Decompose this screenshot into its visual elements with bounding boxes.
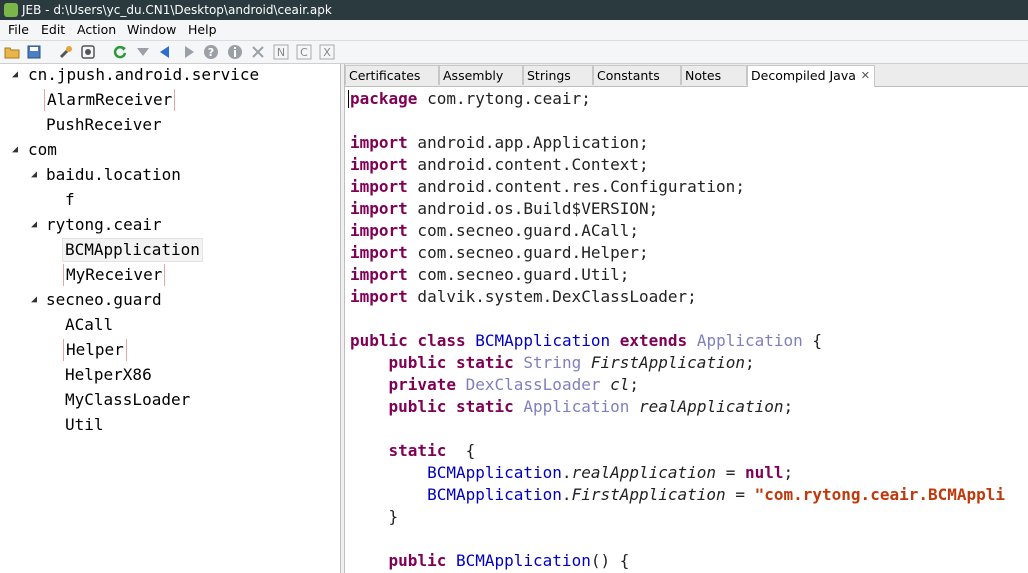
menu-window[interactable]: Window xyxy=(127,22,176,37)
class-tree: ◢ cn.jpush.android.service AlarmReceiver… xyxy=(0,64,341,573)
tree-node-my-receiver[interactable]: MyReceiver xyxy=(63,264,166,286)
svg-text:X: X xyxy=(323,46,331,59)
code-line: public BCMApplication() { xyxy=(388,551,630,570)
code-line: } xyxy=(388,507,399,526)
tree-node-baidu-location[interactable]: baidu.location xyxy=(46,164,181,186)
tree-node-util[interactable]: Util xyxy=(65,414,104,436)
code-line: private DexClassLoader cl; xyxy=(388,375,640,394)
tree-node-acall[interactable]: ACall xyxy=(65,314,113,336)
refresh-icon[interactable] xyxy=(112,44,128,60)
menu-bar: File Edit Action Window Help xyxy=(0,20,1028,41)
code-line: import com.secneo.guard.Util; xyxy=(350,265,630,284)
expand-arrow-icon[interactable]: ◢ xyxy=(12,144,18,155)
save-icon[interactable] xyxy=(26,44,42,60)
tree-node-helper[interactable]: Helper xyxy=(63,339,127,361)
text-cursor xyxy=(348,90,349,108)
open-folder-icon[interactable] xyxy=(4,44,20,60)
expand-arrow-icon[interactable]: ◢ xyxy=(12,69,18,80)
title-bar: JEB - d:\Users\yc_du.CN1\Desktop\android… xyxy=(0,0,1028,20)
info-icon[interactable] xyxy=(227,44,243,60)
tab-certificates[interactable]: Certificates xyxy=(345,65,439,85)
forward-icon[interactable] xyxy=(181,44,197,60)
tree-node-com[interactable]: com xyxy=(28,139,57,161)
expand-arrow-icon[interactable]: ◢ xyxy=(31,169,37,180)
wrench-icon[interactable] xyxy=(58,44,74,60)
expand-arrow-icon[interactable]: ◢ xyxy=(31,294,37,305)
tab-decompiled-java-label: Decompiled Java xyxy=(751,68,856,83)
window-title: JEB - d:\Users\yc_du.CN1\Desktop\android… xyxy=(22,3,332,17)
code-line: import android.app.Application; xyxy=(350,133,649,152)
close-tab-icon[interactable]: ✕ xyxy=(861,66,870,86)
menu-help[interactable]: Help xyxy=(188,22,217,37)
expand-arrow-icon[interactable]: ◢ xyxy=(31,219,37,230)
code-line: import dalvik.system.DexClassLoader; xyxy=(350,287,697,306)
tree-node-alarm-receiver[interactable]: AlarmReceiver xyxy=(44,89,176,111)
code-line: BCMApplication.realApplication = null; xyxy=(427,463,794,482)
svg-text:N: N xyxy=(277,46,285,59)
tab-assembly[interactable]: Assembly xyxy=(439,65,523,85)
c-icon[interactable]: C xyxy=(296,44,312,60)
menu-edit[interactable]: Edit xyxy=(41,22,65,37)
settings-icon[interactable] xyxy=(80,44,96,60)
code-line: import android.os.Build$VERSION; xyxy=(350,199,659,218)
back-icon[interactable] xyxy=(157,44,173,60)
menu-action[interactable]: Action xyxy=(77,22,116,37)
tab-strings[interactable]: Strings xyxy=(523,65,593,85)
code-line: public static Application realApplicatio… xyxy=(388,397,794,416)
tab-notes[interactable]: Notes xyxy=(681,65,747,85)
code-editor[interactable]: package com.rytong.ceair; import android… xyxy=(345,88,1028,573)
tree-node-push-receiver[interactable]: PushReceiver xyxy=(46,114,162,136)
svg-text:C: C xyxy=(300,46,308,59)
cross-icon[interactable] xyxy=(250,44,266,60)
help-icon[interactable]: ? xyxy=(203,44,219,60)
tree-node-my-class-loader[interactable]: MyClassLoader xyxy=(65,389,190,411)
tree-node-rytong-ceair[interactable]: rytong.ceair xyxy=(46,214,162,236)
code-line: import com.secneo.guard.ACall; xyxy=(350,221,639,240)
tab-decompiled-java[interactable]: Decompiled Java ✕ xyxy=(747,65,875,87)
code-line: import android.content.Context; xyxy=(350,155,649,174)
tab-bar: Certificates Assembly Strings Constants … xyxy=(345,64,1028,87)
tree-node-cn-jpush[interactable]: cn.jpush.android.service xyxy=(28,64,259,86)
code-line: static { xyxy=(388,441,476,460)
code-line: BCMApplication.FirstApplication = "com.r… xyxy=(427,485,1006,504)
x-icon[interactable]: X xyxy=(319,44,335,60)
code-line: import com.secneo.guard.Helper; xyxy=(350,243,649,262)
code-line: package com.rytong.ceair; xyxy=(350,89,591,108)
tree-node-f[interactable]: f xyxy=(65,189,75,211)
editor-panel: Certificates Assembly Strings Constants … xyxy=(344,64,1028,573)
svg-text:?: ? xyxy=(208,46,214,59)
filter-icon[interactable] xyxy=(135,44,151,60)
n-icon[interactable]: N xyxy=(273,44,289,60)
menu-file[interactable]: File xyxy=(8,22,29,37)
code-line: public class BCMApplication extends Appl… xyxy=(350,331,823,350)
jeb-app-icon xyxy=(4,3,18,17)
tree-node-secneo-guard[interactable]: secneo.guard xyxy=(46,289,162,311)
tree-node-helper-x86[interactable]: HelperX86 xyxy=(65,364,152,386)
code-line: import android.content.res.Configuration… xyxy=(350,177,745,196)
tree-node-bcm-application[interactable]: BCMApplication xyxy=(62,238,203,262)
code-line: public static String FirstApplication; xyxy=(388,353,755,372)
toolbar: ? N C X xyxy=(0,41,1028,64)
tab-constants[interactable]: Constants xyxy=(593,65,681,85)
